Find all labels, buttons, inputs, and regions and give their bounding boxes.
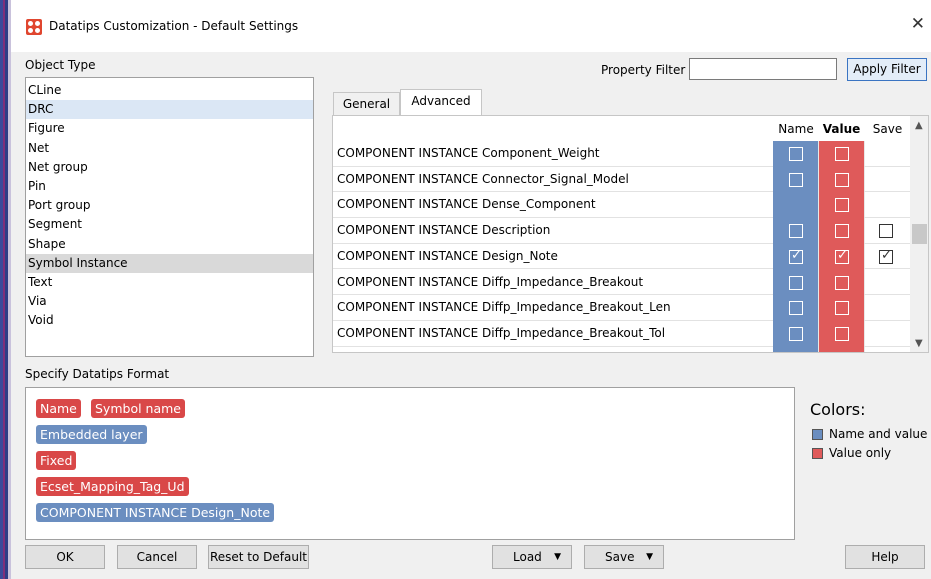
header-value[interactable]: Value <box>819 122 864 136</box>
object-type-item[interactable]: DRC <box>26 100 313 120</box>
format-editor[interactable]: Name Symbol name Embedded layer Fixed Ecset_… <box>25 387 795 540</box>
object-type-item[interactable]: Via <box>26 292 313 311</box>
name-checkbox[interactable] <box>789 326 803 341</box>
object-type-item[interactable]: Pin <box>26 177 313 196</box>
format-tag[interactable]: Name <box>36 399 81 418</box>
header-save[interactable]: Save <box>865 122 910 136</box>
value-checkbox[interactable] <box>835 147 849 161</box>
table-row[interactable]: COMPONENT INSTANCE Diffp_Impedance_Break… <box>333 270 910 296</box>
property-filter-input[interactable] <box>689 58 837 80</box>
value-checkbox[interactable] <box>835 224 849 239</box>
table-row[interactable]: COMPONENT INSTANCE Component_Weight <box>333 141 910 167</box>
format-tag[interactable]: Ecset_Mapping_Tag_Ud <box>36 477 189 496</box>
table-row[interactable]: COMPONENT INSTANCE Connector_Signal_Mode… <box>333 167 910 193</box>
format-label: Specify Datatips Format <box>25 367 170 381</box>
object-type-item[interactable]: Figure <box>26 119 313 138</box>
object-type-item[interactable]: Segment <box>26 215 313 234</box>
table-scrollbar[interactable]: ▲ ▼ <box>910 116 928 352</box>
name-checkbox[interactable]: ✓ <box>789 247 803 264</box>
save-checkbox[interactable] <box>879 224 893 239</box>
save-checkbox[interactable]: ✓ <box>879 247 893 264</box>
load-button[interactable]: Load ▼ <box>492 545 572 569</box>
object-type-item[interactable]: Symbol Instance <box>26 253 313 273</box>
object-type-label: Object Type <box>25 58 96 72</box>
check-icon: ✓ <box>837 247 848 263</box>
window-title: Datatips Customization - Default Setting… <box>49 19 299 33</box>
object-type-list[interactable]: CLine DRC Figure Net Net group Pin Port group S… <box>25 77 314 357</box>
object-type-item[interactable]: Port group <box>26 196 313 215</box>
format-tag[interactable]: COMPONENT INSTANCE Design_Note <box>36 503 275 522</box>
value-checkbox[interactable] <box>835 275 849 290</box>
property-name: COMPONENT INSTANCE Component_Weight <box>337 146 600 160</box>
property-table: Name Value Save COMPONENT INSTANCE Compo… <box>332 115 929 353</box>
object-type-item[interactable]: Net <box>26 139 313 158</box>
object-type-item[interactable]: Void <box>26 311 313 330</box>
format-tag[interactable]: Fixed <box>36 451 77 470</box>
value-checkbox[interactable] <box>835 198 849 213</box>
name-checkbox[interactable] <box>789 147 803 161</box>
table-row[interactable]: COMPONENT INSTANCE Diffp_Impedance_Break… <box>333 295 910 321</box>
format-tag[interactable]: Embedded layer <box>36 425 147 444</box>
save-button[interactable]: Save ▼ <box>584 545 664 569</box>
scroll-thumb[interactable] <box>912 224 927 244</box>
table-row[interactable]: COMPONENT INSTANCE Diffp_Impedance_Break… <box>333 321 910 347</box>
property-name: COMPONENT INSTANCE Diffp_Impedance_Break… <box>337 325 666 340</box>
property-name: COMPONENT INSTANCE Design_Note <box>337 248 558 263</box>
table-row[interactable]: COMPONENT INSTANCE Design_Note ✓ ✓ ✓ <box>333 244 910 270</box>
check-icon: ✓ <box>791 247 802 263</box>
chevron-down-icon: ▼ <box>646 552 653 562</box>
object-type-item[interactable]: Text <box>26 273 313 292</box>
name-checkbox[interactable] <box>789 301 803 316</box>
app-icon <box>26 19 42 35</box>
scroll-up-icon[interactable]: ▲ <box>915 120 923 131</box>
colors-title: Colors: <box>810 400 866 419</box>
name-checkbox[interactable] <box>789 172 803 187</box>
value-only-swatch <box>812 448 823 459</box>
value-checkbox[interactable] <box>835 326 849 341</box>
object-type-item[interactable]: Shape <box>26 235 313 254</box>
check-icon: ✓ <box>881 247 892 263</box>
help-button[interactable]: Help <box>845 545 925 569</box>
table-row[interactable]: COMPONENT INSTANCE Description <box>333 218 910 244</box>
dialog-window: Datatips Customization - Default Setting… <box>11 0 931 579</box>
format-tag[interactable]: Symbol name <box>91 399 185 418</box>
chevron-down-icon: ▼ <box>554 552 561 562</box>
name-checkbox[interactable] <box>789 224 803 239</box>
value-checkbox[interactable] <box>835 172 849 187</box>
ok-button[interactable]: OK <box>25 545 105 569</box>
name-checkbox[interactable] <box>789 275 803 290</box>
property-name: COMPONENT INSTANCE Diffp_Impedance_Break… <box>337 274 644 289</box>
table-header: Name Value Save <box>333 116 928 141</box>
property-name: COMPONENT INSTANCE Diffp_Impedance_Break… <box>337 300 671 315</box>
background-window-strip <box>0 0 11 579</box>
tab-advanced[interactable]: Advanced <box>400 89 482 117</box>
cancel-button[interactable]: Cancel <box>117 545 197 569</box>
value-checkbox[interactable] <box>835 301 849 316</box>
close-icon[interactable]: ✕ <box>911 16 925 33</box>
tab-general[interactable]: General <box>333 92 400 116</box>
property-name: COMPONENT INSTANCE Connector_Signal_Mode… <box>337 171 629 186</box>
property-name: COMPONENT INSTANCE Description <box>337 223 551 238</box>
object-type-item[interactable]: Net group <box>26 158 313 177</box>
object-type-item[interactable]: CLine <box>26 81 313 100</box>
reset-to-default-button[interactable]: Reset to Default <box>208 545 309 569</box>
property-name: COMPONENT INSTANCE Dense_Component <box>337 197 596 212</box>
scroll-down-icon[interactable]: ▼ <box>915 338 923 349</box>
header-name[interactable]: Name <box>774 122 818 136</box>
table-row[interactable]: COMPONENT INSTANCE Dense_Component <box>333 192 910 219</box>
property-filter-label: Property Filter <box>601 63 686 77</box>
name-and-value-swatch <box>812 429 823 440</box>
apply-filter-button[interactable]: Apply Filter <box>847 58 927 81</box>
value-checkbox[interactable]: ✓ <box>835 247 849 264</box>
title-bar: Datatips Customization - Default Setting… <box>11 0 931 52</box>
